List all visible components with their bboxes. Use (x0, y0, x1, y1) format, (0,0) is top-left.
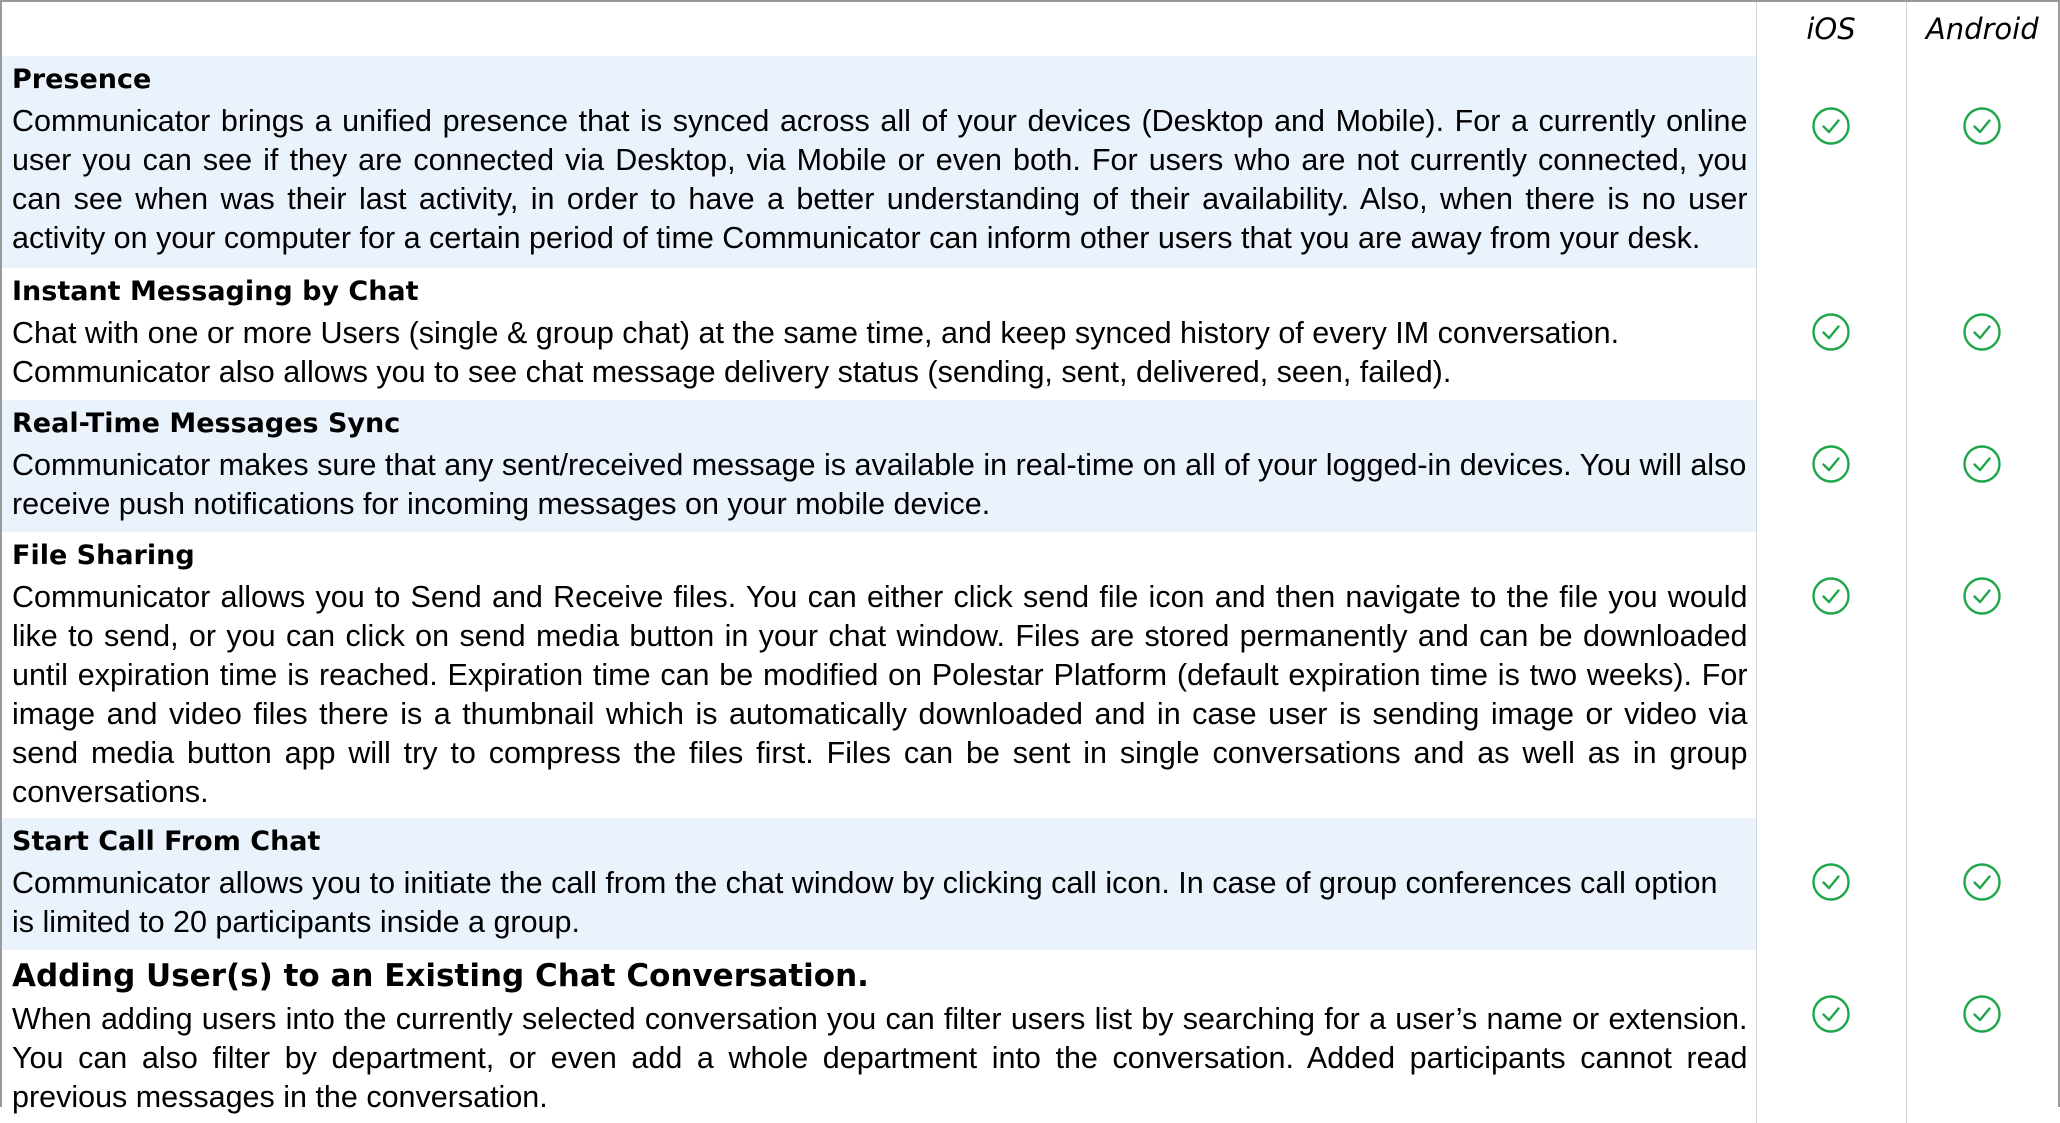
feature-description: Communicator makes sure that any sent/re… (12, 448, 1747, 521)
feature-cell-start-call: Start Call From Chat Communicator allows… (2, 818, 1756, 950)
android-support-cell (1905, 400, 2058, 532)
ios-support-cell (1755, 950, 1906, 1123)
ios-support-cell (1755, 532, 1906, 818)
check-circle-icon (1962, 862, 2002, 902)
feature-comparison-page: iOS Android Presence Communicator brings… (0, 0, 2060, 1123)
header-blank-cell (2, 2, 1756, 56)
feature-cell-messages-sync: Real-Time Messages Sync Communicator mak… (2, 400, 1756, 532)
feature-title: Presence (12, 64, 152, 95)
check-circle-icon (1811, 576, 1851, 616)
feature-table: iOS Android Presence Communicator brings… (2, 2, 2058, 1123)
table-row: Adding User(s) to an Existing Chat Conve… (2, 950, 2058, 1123)
feature-description: Communicator allows you to Send and Rece… (12, 580, 1748, 809)
ios-support-cell (1755, 56, 1906, 268)
feature-title: File Sharing (12, 540, 195, 571)
check-circle-icon (1962, 106, 2002, 146)
android-support-cell (1905, 950, 2058, 1123)
feature-cell-instant-messaging: Instant Messaging by Chat Chat with one … (2, 268, 1756, 400)
android-support-cell (1905, 268, 2058, 400)
ios-support-cell (1755, 818, 1906, 950)
feature-description: When adding users into the currently sel… (12, 1002, 1748, 1114)
table-row: File Sharing Communicator allows you to … (2, 532, 2058, 818)
header-ios: iOS (1755, 2, 1906, 56)
check-circle-icon (1811, 994, 1851, 1034)
table-row: Start Call From Chat Communicator allows… (2, 818, 2058, 950)
feature-cell-file-sharing: File Sharing Communicator allows you to … (2, 532, 1756, 818)
check-circle-icon (1811, 312, 1851, 352)
feature-title: Instant Messaging by Chat (12, 276, 419, 307)
feature-description: Communicator allows you to initiate the … (12, 866, 1718, 939)
table-header-row: iOS Android (2, 2, 2058, 56)
feature-title: Start Call From Chat (12, 826, 321, 857)
check-circle-icon (1962, 576, 2002, 616)
check-circle-icon (1811, 106, 1851, 146)
android-support-cell (1905, 532, 2058, 818)
feature-cell-presence: Presence Communicator brings a unified p… (2, 56, 1756, 268)
check-circle-icon (1962, 312, 2002, 352)
check-circle-icon (1962, 444, 2002, 484)
check-circle-icon (1962, 994, 2002, 1034)
feature-description: Chat with one or more Users (single & gr… (12, 316, 1620, 389)
feature-title: Real-Time Messages Sync (12, 408, 401, 439)
check-circle-icon (1811, 862, 1851, 902)
table-row: Real-Time Messages Sync Communicator mak… (2, 400, 2058, 532)
feature-description: Communicator brings a unified presence t… (12, 104, 1748, 255)
header-android: Android (1905, 2, 2058, 56)
ios-support-cell (1755, 268, 1906, 400)
feature-cell-adding-users: Adding User(s) to an Existing Chat Conve… (2, 950, 1756, 1123)
ios-support-cell (1755, 400, 1906, 532)
table-row: Instant Messaging by Chat Chat with one … (2, 268, 2058, 400)
android-support-cell (1905, 818, 2058, 950)
table-row: Presence Communicator brings a unified p… (2, 56, 2058, 268)
android-support-cell (1905, 56, 2058, 268)
feature-title: Adding User(s) to an Existing Chat Conve… (12, 958, 869, 994)
check-circle-icon (1811, 444, 1851, 484)
